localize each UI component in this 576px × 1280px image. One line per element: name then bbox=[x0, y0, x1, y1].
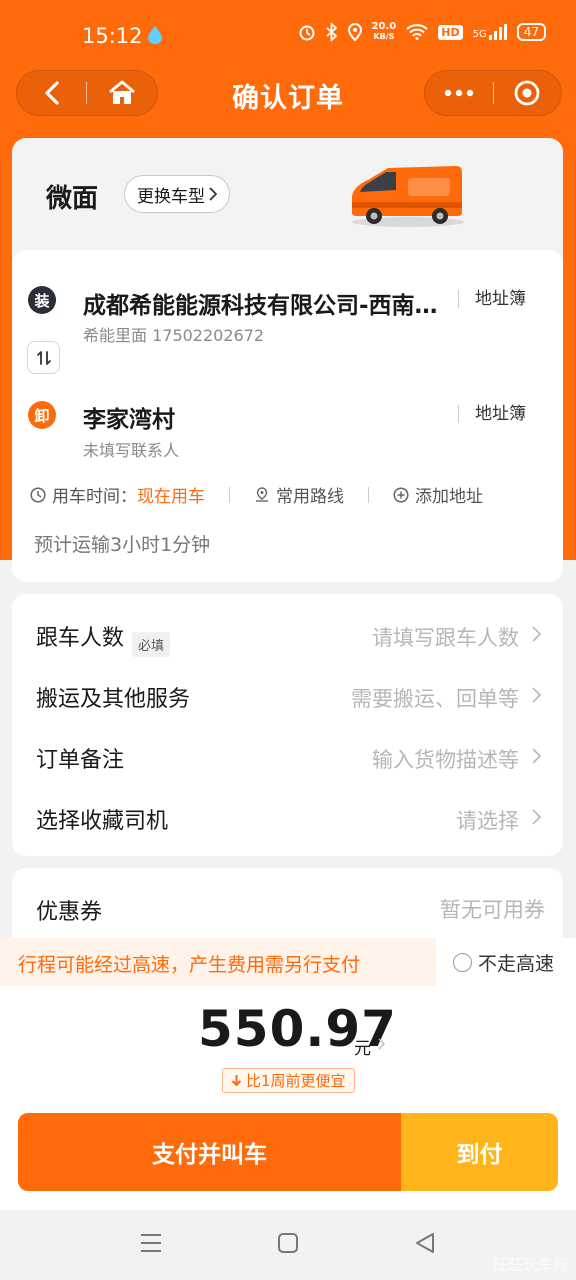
price-detail-chevron-icon[interactable] bbox=[378, 1038, 385, 1050]
highway-notice-text: 行程可能经过高速，产生费用需另行支付 bbox=[18, 954, 361, 976]
location-icon bbox=[347, 23, 362, 41]
option-placeholder: 需要搬运、回单等 bbox=[351, 687, 519, 711]
unload-address-contact[interactable]: 未填写联系人 bbox=[83, 437, 179, 461]
wifi-icon bbox=[406, 24, 428, 40]
status-time: 15:12 bbox=[82, 24, 143, 48]
price-unit: 元 bbox=[354, 1039, 371, 1059]
menu-icon[interactable] bbox=[140, 1232, 162, 1254]
chevron-right-icon bbox=[532, 626, 541, 642]
close-miniapp-button[interactable] bbox=[494, 70, 562, 116]
network-speed: 20.0 KB/S bbox=[371, 21, 397, 42]
chevron-right-icon bbox=[532, 748, 541, 764]
option-row-favorite-driver[interactable]: 选择收藏司机 请选择 bbox=[12, 787, 563, 847]
option-label: 选择收藏司机 bbox=[36, 809, 169, 834]
option-row-remark[interactable]: 订单备注 输入货物描述等 bbox=[12, 726, 563, 786]
pay-and-call-button[interactable]: 支付并叫车 bbox=[18, 1113, 401, 1191]
signal-icon bbox=[488, 24, 507, 40]
price-compare-badge: 比1周前更便宜 bbox=[222, 1068, 355, 1093]
coupon-value: 暂无可用券 bbox=[440, 898, 545, 922]
option-placeholder: 输入货物描述等 bbox=[372, 748, 519, 772]
required-tag: 必填 bbox=[132, 632, 171, 657]
unload-badge: 卸 bbox=[28, 401, 56, 429]
alarm-icon bbox=[299, 25, 315, 41]
divider bbox=[229, 486, 230, 503]
option-label: 搬运及其他服务 bbox=[36, 687, 191, 712]
radio-unchecked-icon bbox=[453, 952, 472, 972]
status-icons: 20.0 KB/S HD 5G 47 bbox=[298, 22, 546, 42]
change-vehicle-button[interactable]: 更换车型 bbox=[124, 175, 230, 213]
coupon-label: 优惠券 bbox=[36, 900, 103, 925]
option-label: 订单备注 bbox=[36, 748, 125, 773]
battery-indicator: 47 bbox=[516, 23, 546, 41]
time-route-row: 用车时间：现在用车 常用路线 添加地址 bbox=[30, 482, 483, 507]
avoid-highway-label: 不走高速 bbox=[478, 952, 555, 975]
add-circle-icon bbox=[393, 486, 409, 503]
use-time-selector[interactable]: 用车时间：现在用车 bbox=[30, 482, 205, 507]
common-route-button[interactable]: 常用路线 bbox=[254, 482, 344, 507]
chevron-right-icon bbox=[532, 687, 541, 703]
water-drop-icon bbox=[148, 26, 162, 44]
divider bbox=[368, 486, 369, 503]
load-address-contact[interactable]: 希能里面 17502202672 bbox=[83, 322, 264, 346]
options-card: 跟车人数 必填 请填写跟车人数 搬运及其他服务 需要搬运、回单等 订单备注 输入… bbox=[12, 594, 563, 856]
nav-right-capsule bbox=[424, 70, 562, 116]
load-address-book-button[interactable]: 地址簿 bbox=[458, 290, 526, 308]
unload-address-book-button[interactable]: 地址簿 bbox=[458, 405, 526, 423]
route-pin-icon bbox=[256, 486, 268, 502]
option-label: 跟车人数 bbox=[36, 626, 125, 651]
target-icon bbox=[514, 80, 540, 106]
load-badge: 装 bbox=[28, 286, 56, 314]
avoid-highway-toggle[interactable]: 不走高速 bbox=[436, 938, 576, 986]
system-navigation-bar: 旺旺玩车网 bbox=[0, 1210, 576, 1280]
common-route-label: 常用路线 bbox=[276, 487, 344, 507]
more-dots-icon bbox=[444, 89, 473, 97]
watermark: 旺旺玩车网 bbox=[492, 1256, 568, 1274]
van-illustration bbox=[352, 166, 464, 227]
chevron-right-icon bbox=[209, 187, 217, 201]
option-row-passengers[interactable]: 跟车人数 必填 请填写跟车人数 bbox=[12, 604, 563, 664]
highway-notice-bar: 行程可能经过高速，产生费用需另行支付 不走高速 bbox=[0, 938, 576, 986]
address-card: 装 成都希能能源科技有限公司-西南… 希能里面 17502202672 地址簿 … bbox=[12, 250, 563, 582]
vehicle-name: 微面 bbox=[46, 184, 99, 214]
more-button[interactable] bbox=[425, 70, 493, 116]
chevron-right-icon bbox=[532, 809, 541, 825]
change-vehicle-label: 更换车型 bbox=[137, 186, 205, 207]
load-address-title[interactable]: 成都希能能源科技有限公司-西南… bbox=[83, 286, 453, 320]
hd-badge: HD bbox=[438, 24, 463, 40]
unload-address-title[interactable]: 李家湾村 bbox=[83, 400, 453, 434]
signal-indicator: 5G bbox=[473, 24, 507, 40]
home-square-icon[interactable] bbox=[277, 1232, 299, 1254]
price-compare-text: 比1周前更便宜 bbox=[246, 1072, 346, 1090]
bluetooth-icon bbox=[325, 23, 337, 41]
price-area: 550.97 元 比1周前更便宜 支付并叫车 到付 bbox=[0, 986, 576, 1210]
clock-icon bbox=[30, 486, 46, 503]
option-placeholder: 请填写跟车人数 bbox=[372, 626, 519, 650]
option-placeholder: 请选择 bbox=[456, 809, 519, 833]
coupon-row[interactable]: 优惠券 暂无可用券 bbox=[12, 868, 563, 938]
use-time-label: 用车时间：现在用车 bbox=[52, 487, 205, 507]
back-triangle-icon[interactable] bbox=[414, 1232, 436, 1254]
pay-on-delivery-button[interactable]: 到付 bbox=[401, 1113, 558, 1191]
arrow-down-icon bbox=[231, 1075, 242, 1087]
add-address-button[interactable]: 添加地址 bbox=[393, 482, 483, 507]
add-address-label: 添加地址 bbox=[415, 487, 483, 507]
estimated-transport-time: 预计运输3小时1分钟 bbox=[34, 534, 211, 556]
swap-address-button[interactable] bbox=[27, 341, 60, 374]
option-row-services[interactable]: 搬运及其他服务 需要搬运、回单等 bbox=[12, 665, 563, 725]
status-bar: 15:12 20.0 KB/S HD 5G 47 bbox=[0, 0, 576, 72]
swap-icon bbox=[36, 350, 51, 365]
